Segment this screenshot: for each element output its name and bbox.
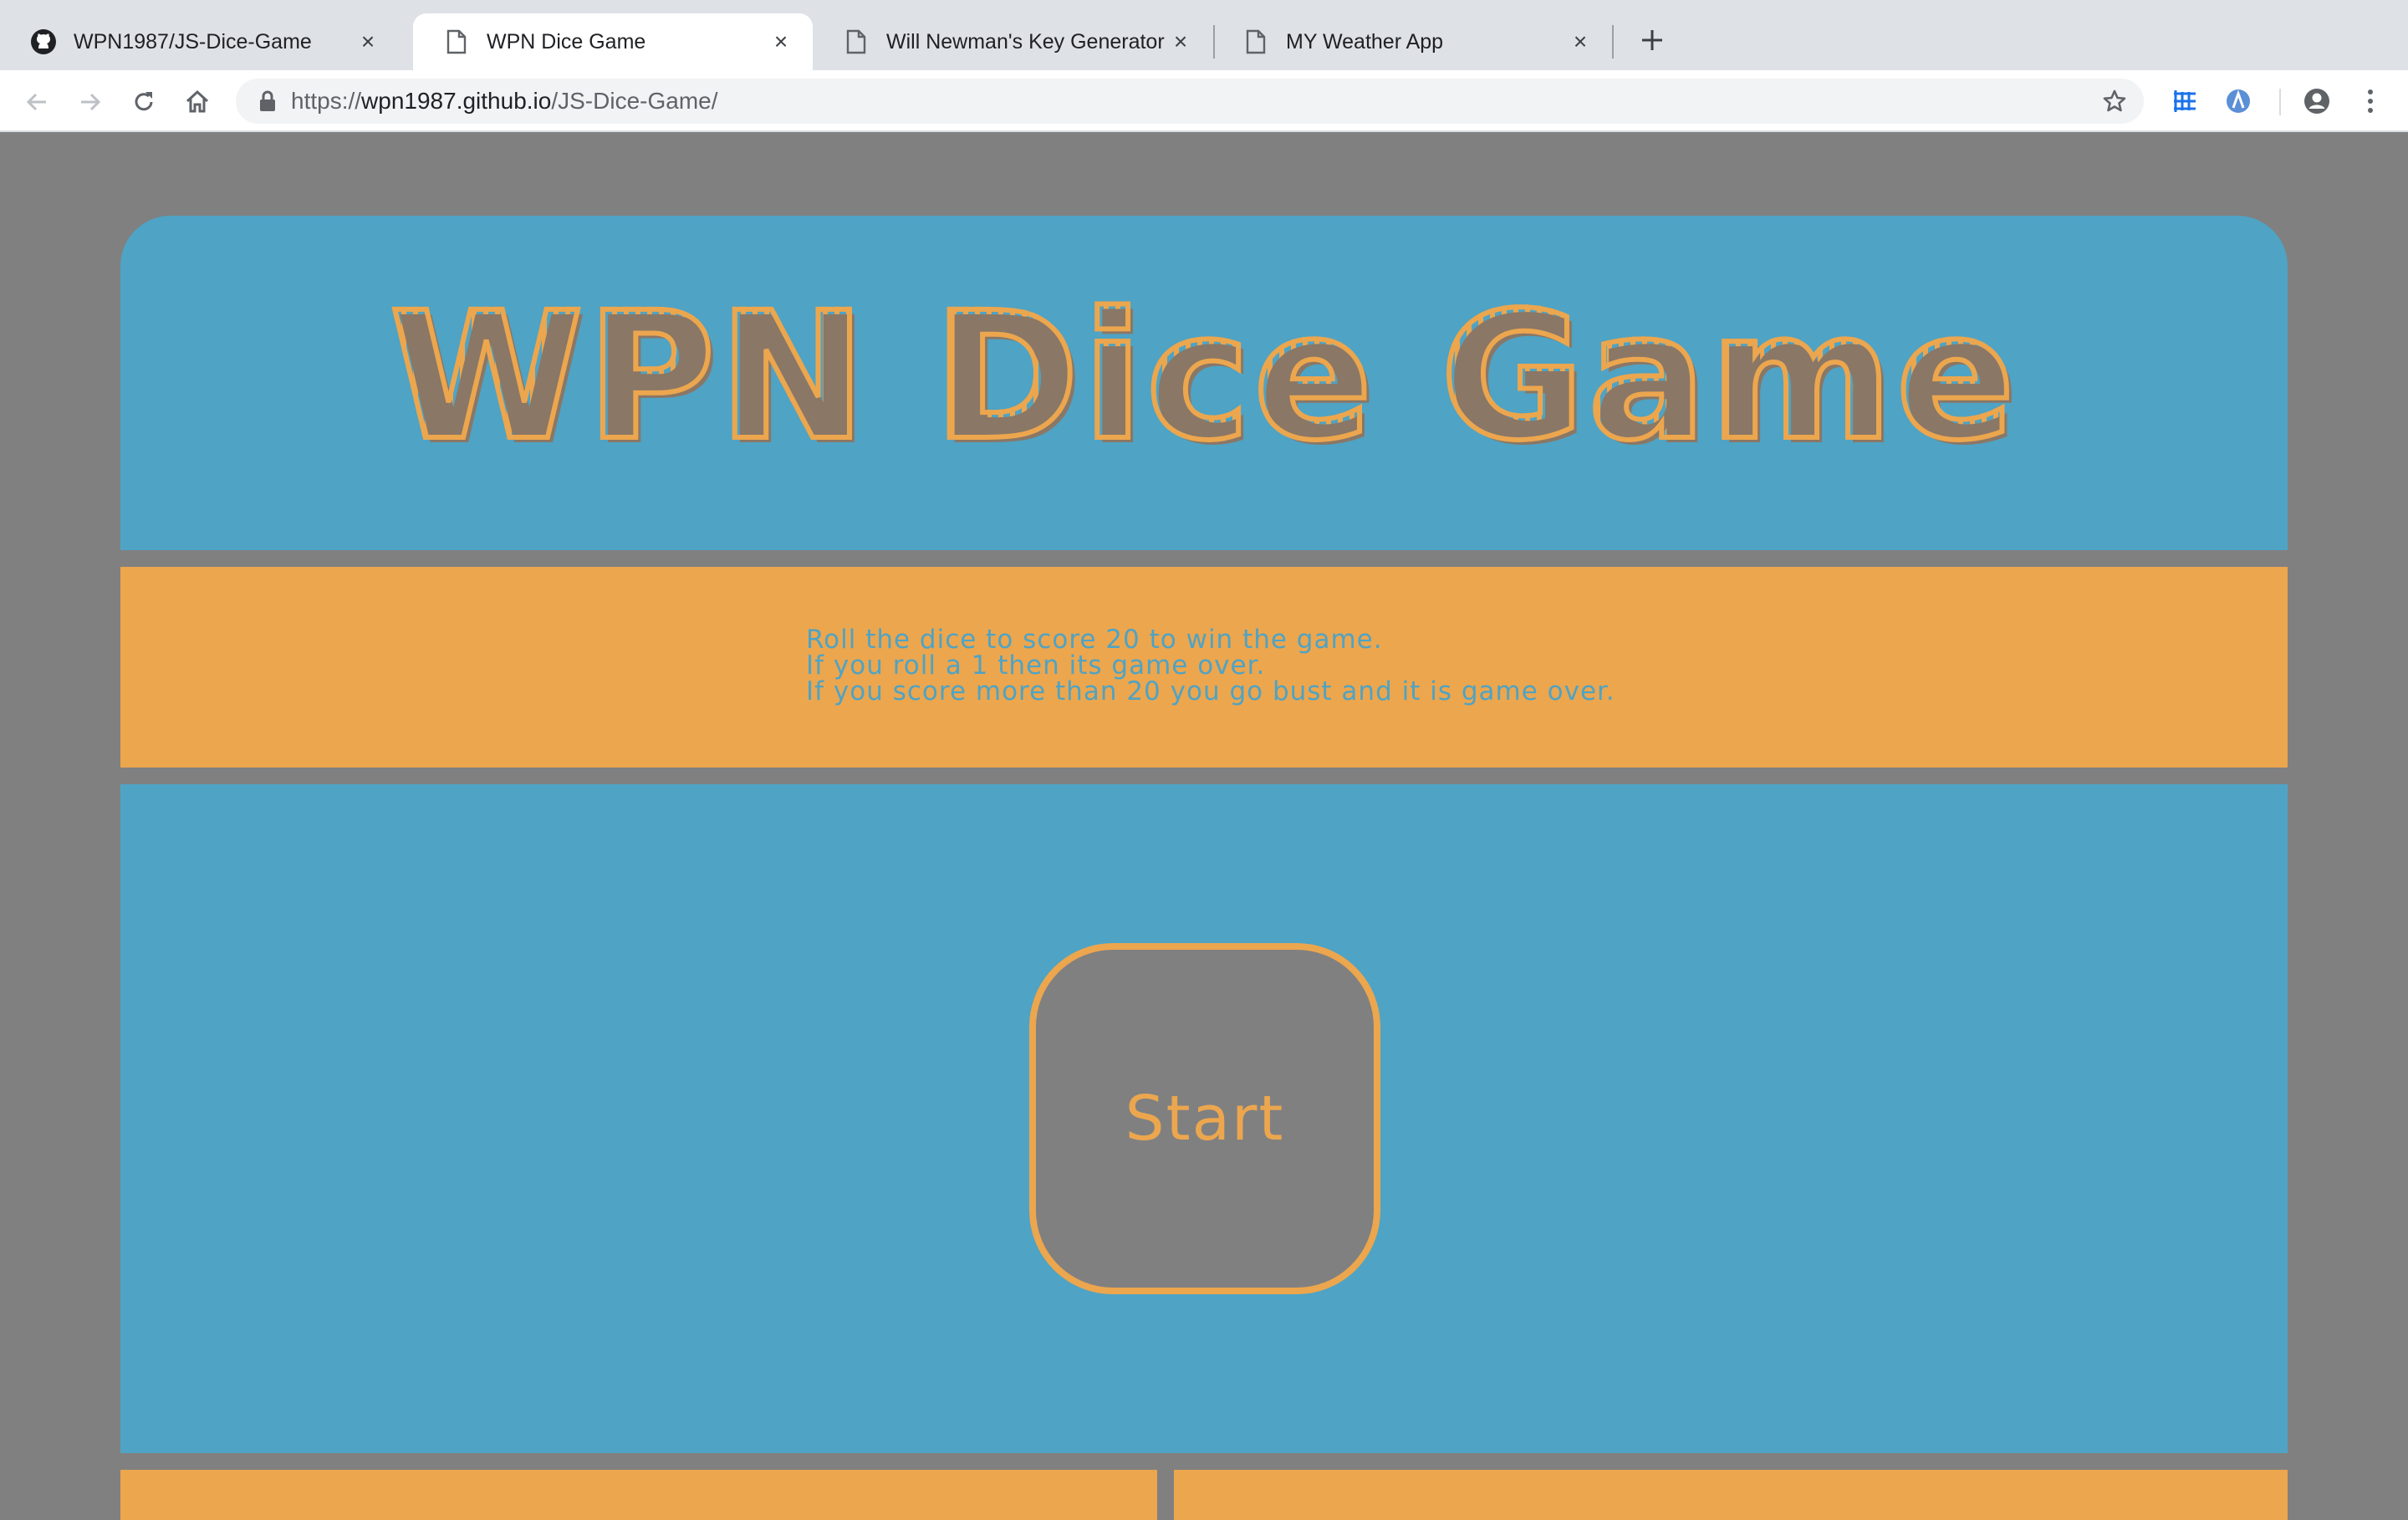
github-icon <box>30 28 57 55</box>
rule-line: If you score more than 20 you go bust an… <box>806 676 1615 706</box>
browser-toolbar: https://wpn1987.github.io/JS-Dice-Game/ <box>0 70 2408 132</box>
extension-spy-icon[interactable] <box>2222 85 2254 117</box>
toolbar-divider <box>2279 89 2281 115</box>
arrow-right-icon <box>81 93 101 111</box>
arrow-left-icon <box>26 93 46 111</box>
rule-line: Roll the dice to score 20 to win the gam… <box>806 625 1383 655</box>
page-title: WPN Dice Game <box>387 274 2019 479</box>
star-icon[interactable] <box>2102 89 2127 114</box>
url-text: https://wpn1987.github.io/JS-Dice-Game/ <box>291 79 718 124</box>
tab-divider <box>1612 25 1614 59</box>
close-icon[interactable]: × <box>1167 28 1194 55</box>
header-panel: WPN Dice Game <box>120 216 2288 550</box>
start-button[interactable]: Start <box>1029 943 1380 1294</box>
tab-wpn-dice-game[interactable]: WPN Dice Game × <box>413 13 813 70</box>
reload-button[interactable] <box>125 84 162 120</box>
close-icon[interactable]: × <box>1567 28 1594 55</box>
url-host: wpn1987.github.io <box>361 88 552 114</box>
tab-strip: WPN1987/JS-Dice-Game × WPN Dice Game × W… <box>0 0 2408 70</box>
tab-title: MY Weather App <box>1286 29 1444 54</box>
forward-button[interactable] <box>72 84 109 120</box>
rules-panel: Roll the dice to score 20 to win the gam… <box>120 567 2288 768</box>
tab-title: WPN Dice Game <box>487 29 646 54</box>
back-button[interactable] <box>18 84 55 120</box>
tab-key-generator[interactable]: Will Newman's Key Generator × <box>813 13 1212 70</box>
new-tab-button[interactable] <box>1634 22 1671 59</box>
page-icon <box>843 28 870 55</box>
close-icon[interactable]: × <box>768 28 794 55</box>
address-bar[interactable]: https://wpn1987.github.io/JS-Dice-Game/ <box>236 79 2144 124</box>
tab-github[interactable]: WPN1987/JS-Dice-Game × <box>0 13 400 70</box>
player-panel-right <box>1174 1470 2288 1520</box>
menu-kebab-icon[interactable] <box>2354 85 2386 117</box>
rules-text: Roll the dice to score 20 to win the gam… <box>806 627 1615 705</box>
start-button-label: Start <box>1125 1083 1285 1155</box>
close-icon[interactable]: × <box>355 28 381 55</box>
page-icon <box>1242 28 1269 55</box>
page-viewport: WPN Dice Game Roll the dice to score 20 … <box>0 132 2408 1520</box>
reload-icon <box>135 92 153 111</box>
game-panel: Start <box>120 784 2288 1453</box>
home-button[interactable] <box>179 84 216 120</box>
extension-grid-icon[interactable] <box>2169 85 2201 117</box>
tab-title: WPN1987/JS-Dice-Game <box>74 29 312 54</box>
page-icon <box>443 28 470 55</box>
plus-icon <box>1642 30 1662 50</box>
url-path: /JS-Dice-Game/ <box>551 88 718 114</box>
player-panel-left <box>120 1470 1157 1520</box>
rule-line: If you roll a 1 then its game over. <box>806 650 1266 681</box>
tab-title: Will Newman's Key Generator <box>886 29 1165 54</box>
tab-weather-app[interactable]: MY Weather App × <box>1212 13 1612 70</box>
url-scheme: https:// <box>291 88 362 114</box>
profile-avatar-icon[interactable] <box>2301 85 2333 117</box>
home-icon <box>186 89 209 113</box>
lock-icon <box>260 90 275 111</box>
